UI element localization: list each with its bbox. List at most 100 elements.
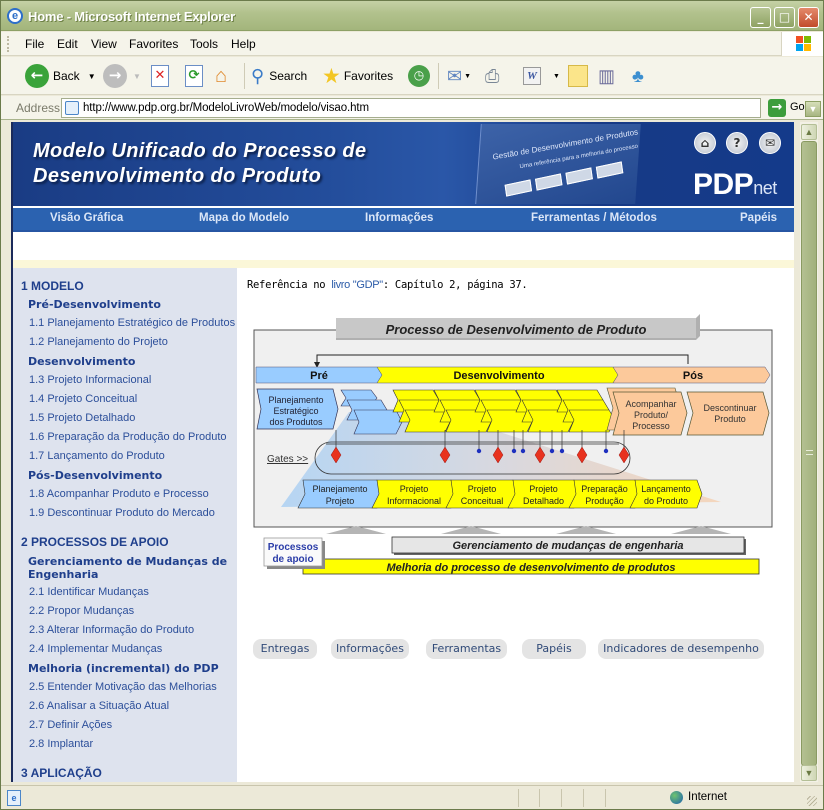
- sidebar-group-gerenciamento[interactable]: Gerenciamento de Mudanças de Engenharia: [28, 555, 233, 581]
- pill-entregas[interactable]: Entregas: [253, 639, 317, 659]
- sidebar-item[interactable]: 1.5 Projeto Detalhado: [29, 412, 135, 424]
- sidebar-item[interactable]: 1.3 Projeto Informacional: [29, 374, 151, 386]
- mail-dropdown-icon[interactable]: ▼: [464, 73, 471, 80]
- home-button[interactable]: ⌂: [215, 63, 227, 89]
- pill-papeis[interactable]: Papéis: [522, 639, 586, 659]
- maximize-button[interactable]: □: [774, 7, 795, 28]
- sidebar-item[interactable]: 1.7 Lançamento do Produto: [29, 450, 165, 462]
- sidebar-group-desenvolvimento[interactable]: Desenvolvimento: [28, 355, 233, 368]
- back-dropdown-icon[interactable]: ▼: [88, 72, 96, 81]
- minimize-button[interactable]: _: [750, 7, 771, 28]
- sidebar-item[interactable]: 2.3 Alterar Informação do Produto: [29, 624, 194, 636]
- pill-ferramentas[interactable]: Ferramentas: [426, 639, 507, 659]
- sidebar-item[interactable]: 2.5 Entender Motivação das Melhorias: [29, 681, 217, 693]
- stage-label: Informacional: [387, 496, 441, 506]
- sidebar-section-processos-de-apoio[interactable]: 2 PROCESSOS DE APOIO: [21, 535, 169, 549]
- menu-file[interactable]: File: [25, 37, 44, 51]
- sidebar-item[interactable]: 1.1 Planejamento Estratégico de Produtos: [29, 317, 235, 329]
- sidebar-group-pos[interactable]: Pós-Desenvolvimento: [28, 469, 233, 482]
- go-button[interactable]: Go: [790, 101, 805, 113]
- site-title-line1: Modelo Unificado do Processo de: [33, 140, 367, 162]
- scroll-up-button[interactable]: ▲: [801, 124, 817, 140]
- address-label: Address: [16, 101, 61, 115]
- reference-text: Referência no livro "GDP": Capítulo 2, p…: [247, 279, 528, 291]
- sidebar-group-pre[interactable]: Pré-Desenvolvimento: [28, 298, 233, 311]
- print-icon: ⎙: [485, 65, 500, 86]
- nav-informacoes[interactable]: Informações: [365, 212, 433, 224]
- sidebar-item[interactable]: 1.2 Planejamento do Projeto: [29, 336, 168, 348]
- sidebar-section-modelo[interactable]: 1 MODELO: [21, 279, 84, 293]
- close-button[interactable]: ✕: [798, 7, 819, 28]
- research-button[interactable]: ▥: [598, 63, 615, 89]
- favorites-button[interactable]: ★ Favorites: [322, 63, 393, 89]
- sidebar-item[interactable]: 2.2 Propor Mudanças: [29, 605, 134, 617]
- sidebar-section-aplicacao[interactable]: 3 APLICAÇÃO: [21, 766, 102, 780]
- pdp-process-diagram[interactable]: Processo de Desenvolvimento de Produto P…: [251, 312, 775, 582]
- address-dropdown-icon[interactable]: ▼: [805, 101, 821, 117]
- pill-indicadores[interactable]: Indicadores de desempenho: [598, 639, 764, 659]
- menu-tools[interactable]: Tools: [190, 37, 218, 51]
- note-icon: [568, 65, 588, 87]
- title-bar[interactable]: e Home - Microsoft Internet Explorer _ □…: [1, 1, 823, 31]
- mail-button[interactable]: ✉ ▼: [447, 63, 471, 89]
- phase-dev-label: Desenvolvimento: [453, 370, 544, 382]
- gates-label: Gates >>: [267, 454, 308, 465]
- sidebar-item[interactable]: 2.6 Analisar a Situação Atual: [29, 700, 169, 712]
- sidebar-item[interactable]: 2.7 Definir Ações: [29, 719, 112, 731]
- sidebar: 1 MODELO Pré-Desenvolvimento 1.1 Planeja…: [13, 268, 237, 782]
- stop-button[interactable]: ✕: [151, 63, 169, 89]
- go-arrow-icon[interactable]: →: [768, 99, 786, 117]
- page-icon: [65, 101, 79, 115]
- edit-button[interactable]: W ▼: [523, 63, 560, 89]
- menu-view[interactable]: View: [91, 37, 117, 51]
- stage-label: Projeto: [529, 484, 558, 494]
- discuss-button[interactable]: [568, 63, 588, 89]
- stage-label: Produção: [585, 496, 624, 506]
- refresh-button[interactable]: ⟳: [185, 63, 203, 89]
- nav-visao-grafica[interactable]: Visão Gráfica: [50, 212, 123, 224]
- print-button[interactable]: ⎙: [485, 63, 499, 89]
- sidebar-item[interactable]: 1.6 Preparação da Produção do Produto: [29, 431, 227, 443]
- home-icon: ⌂: [215, 64, 228, 87]
- back-button[interactable]: ← Back ▼: [25, 63, 96, 89]
- diagram-title: Processo de Desenvolvimento de Produto: [386, 322, 647, 337]
- sidebar-item[interactable]: 1.9 Descontinuar Produto do Mercado: [29, 507, 215, 519]
- resize-grip[interactable]: [807, 796, 817, 806]
- messenger-button[interactable]: ♣: [632, 63, 644, 89]
- home-icon[interactable]: ⌂: [694, 132, 716, 154]
- nav-mapa-do-modelo[interactable]: Mapa do Modelo: [199, 212, 289, 224]
- scroll-down-button[interactable]: ▼: [801, 765, 817, 781]
- address-url[interactable]: http://www.pdp.org.br/ModeloLivroWeb/mod…: [83, 102, 369, 114]
- menu-favorites[interactable]: Favorites: [129, 37, 178, 51]
- address-input[interactable]: http://www.pdp.org.br/ModeloLivroWeb/mod…: [61, 98, 821, 118]
- book-link[interactable]: livro "GDP": [331, 279, 383, 291]
- sidebar-item[interactable]: 2.8 Implantar: [29, 738, 93, 750]
- svg-text:Descontinuar: Descontinuar: [703, 403, 756, 413]
- toolbar-grip[interactable]: [7, 36, 9, 52]
- sidebar-item[interactable]: 1.8 Acompanhar Produto e Processo: [29, 488, 209, 500]
- menu-help[interactable]: Help: [231, 37, 256, 51]
- mail-icon[interactable]: ✉: [759, 132, 781, 154]
- vertical-scrollbar[interactable]: ▲ ▼: [800, 122, 818, 782]
- history-button[interactable]: ◷: [408, 63, 430, 89]
- support-process-2: Melhoria do processo de desenvolvimento …: [386, 562, 675, 574]
- sidebar-item[interactable]: 2.1 Identificar Mudanças: [29, 586, 149, 598]
- sidebar-item[interactable]: 1.4 Projeto Conceitual: [29, 393, 137, 405]
- sidebar-group-melhoria[interactable]: Melhoria (incremental) do PDP: [28, 662, 233, 675]
- security-zone: Internet: [688, 791, 727, 803]
- sidebar-item[interactable]: 2.4 Implementar Mudanças: [29, 643, 162, 655]
- search-label: Search: [269, 69, 308, 83]
- nav-ferramentas-metodos[interactable]: Ferramentas / Métodos: [531, 212, 657, 224]
- search-button[interactable]: ⚲ Search: [251, 63, 307, 89]
- stage-label: Detalhado: [523, 496, 564, 506]
- svg-text:Produto/: Produto/: [634, 410, 669, 420]
- nav-papeis[interactable]: Papéis: [740, 212, 777, 224]
- scroll-thumb[interactable]: [801, 141, 817, 766]
- pill-informacoes[interactable]: Informações: [331, 639, 409, 659]
- book-cover-image: Gestão de Desenvolvimento de Produtos Um…: [475, 124, 641, 204]
- edit-dropdown-icon[interactable]: ▼: [553, 73, 560, 80]
- help-icon[interactable]: ?: [726, 132, 748, 154]
- toolbar-separator: [438, 63, 439, 89]
- forward-button[interactable]: → ▼: [103, 63, 141, 89]
- menu-edit[interactable]: Edit: [57, 37, 78, 51]
